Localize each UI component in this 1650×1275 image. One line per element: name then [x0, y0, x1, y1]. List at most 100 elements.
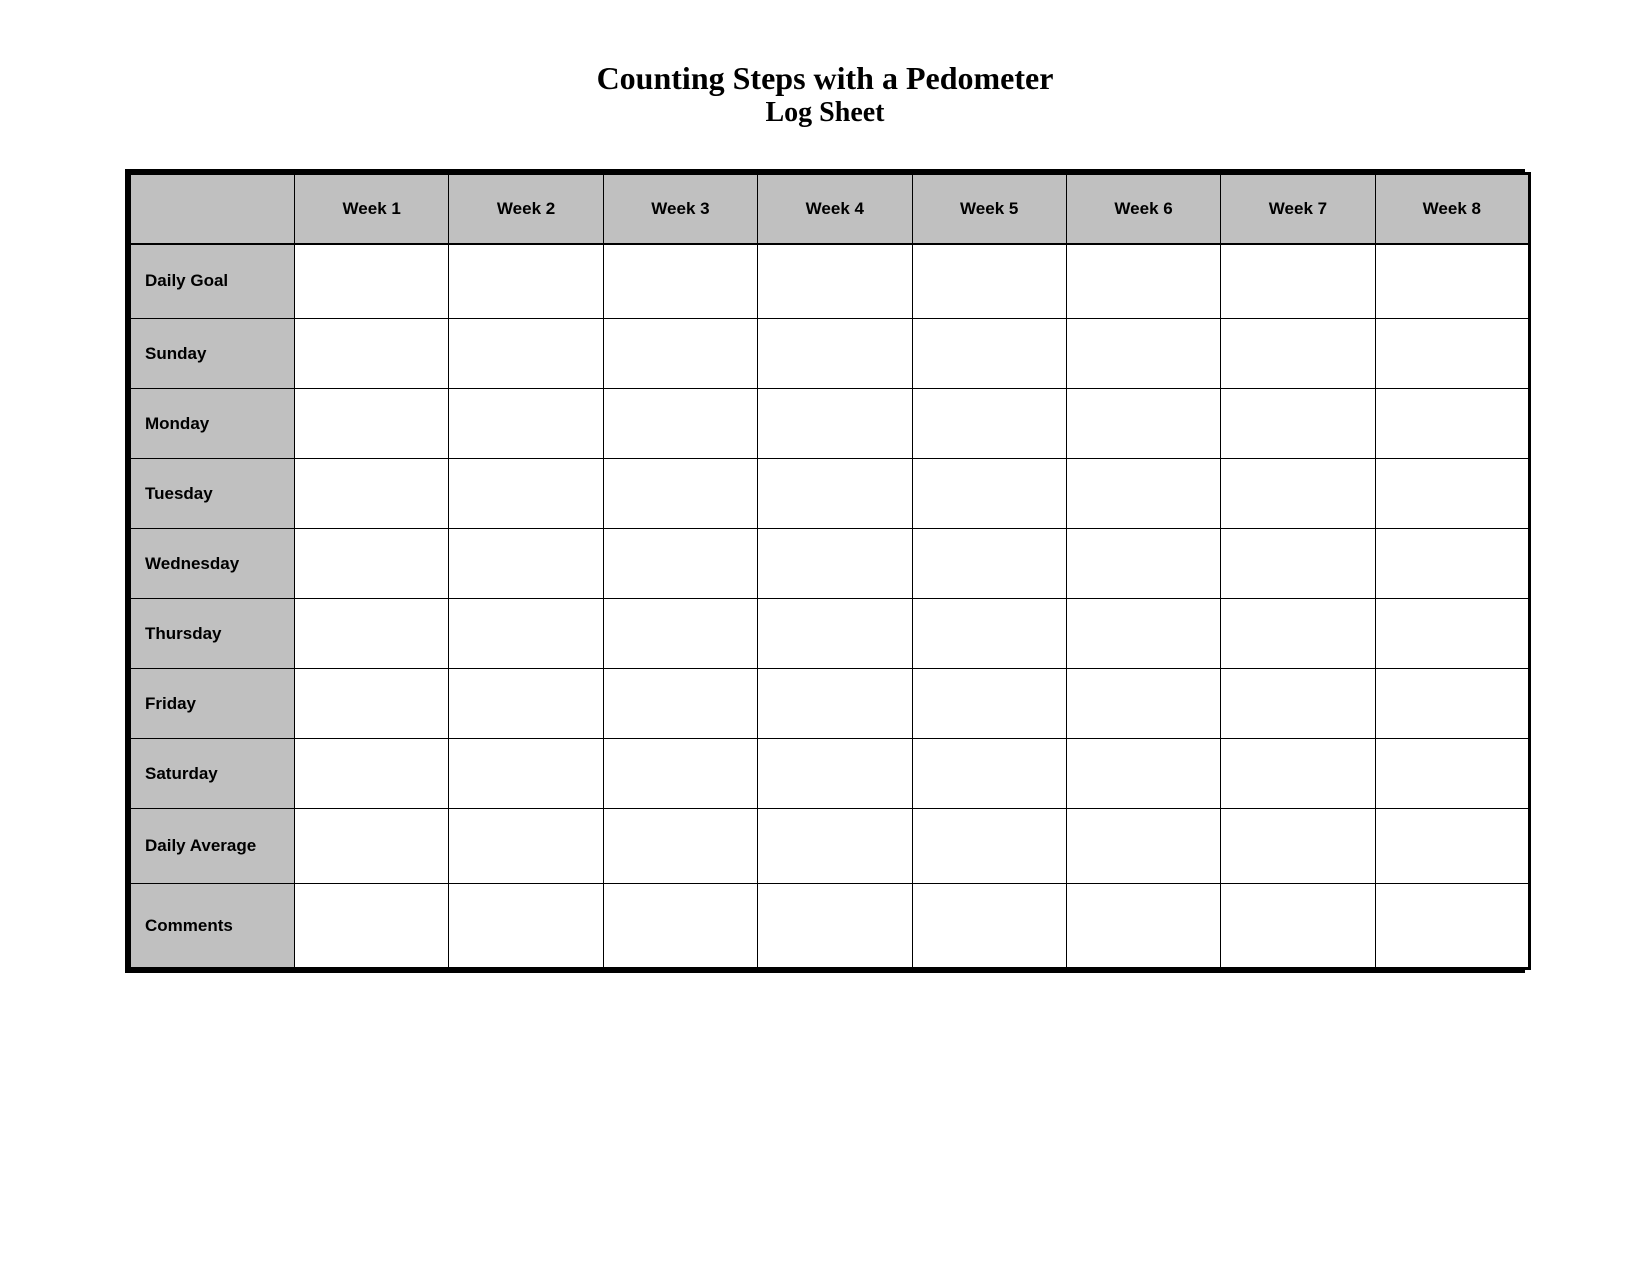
header-week6: Week 6	[1066, 174, 1220, 244]
header-week4: Week 4	[758, 174, 912, 244]
cell-tuesday-w6[interactable]	[1066, 459, 1220, 529]
row-label-thursday: Thursday	[130, 599, 295, 669]
cell-friday-w8[interactable]	[1375, 669, 1529, 739]
cell-comments-w8[interactable]	[1375, 884, 1529, 969]
cell-daily-avg-w8[interactable]	[1375, 809, 1529, 884]
cell-friday-w3[interactable]	[603, 669, 757, 739]
cell-friday-w7[interactable]	[1221, 669, 1375, 739]
cell-monday-w6[interactable]	[1066, 389, 1220, 459]
row-label-wednesday: Wednesday	[130, 529, 295, 599]
cell-sunday-w7[interactable]	[1221, 319, 1375, 389]
cell-sunday-w8[interactable]	[1375, 319, 1529, 389]
cell-thursday-w7[interactable]	[1221, 599, 1375, 669]
cell-tuesday-w8[interactable]	[1375, 459, 1529, 529]
log-table: Week 1 Week 2 Week 3 Week 4 Week 5 Week …	[128, 172, 1531, 970]
row-label-daily-average: Daily Average	[130, 809, 295, 884]
cell-comments-w3[interactable]	[603, 884, 757, 969]
cell-daily-avg-w4[interactable]	[758, 809, 912, 884]
cell-daily-avg-w2[interactable]	[449, 809, 603, 884]
cell-friday-w4[interactable]	[758, 669, 912, 739]
cell-tuesday-w1[interactable]	[295, 459, 449, 529]
cell-comments-w4[interactable]	[758, 884, 912, 969]
row-label-daily-goal: Daily Goal	[130, 244, 295, 319]
cell-saturday-w1[interactable]	[295, 739, 449, 809]
cell-wednesday-w5[interactable]	[912, 529, 1066, 599]
cell-monday-w3[interactable]	[603, 389, 757, 459]
cell-daily-avg-w1[interactable]	[295, 809, 449, 884]
table-row: Tuesday	[130, 459, 1530, 529]
cell-friday-w2[interactable]	[449, 669, 603, 739]
cell-saturday-w3[interactable]	[603, 739, 757, 809]
cell-wednesday-w7[interactable]	[1221, 529, 1375, 599]
cell-sunday-w1[interactable]	[295, 319, 449, 389]
cell-saturday-w6[interactable]	[1066, 739, 1220, 809]
table-row: Monday	[130, 389, 1530, 459]
header-week1: Week 1	[295, 174, 449, 244]
cell-daily-goal-w3[interactable]	[603, 244, 757, 319]
cell-daily-avg-w3[interactable]	[603, 809, 757, 884]
cell-daily-avg-w7[interactable]	[1221, 809, 1375, 884]
cell-tuesday-w7[interactable]	[1221, 459, 1375, 529]
cell-thursday-w3[interactable]	[603, 599, 757, 669]
cell-daily-goal-w7[interactable]	[1221, 244, 1375, 319]
cell-daily-goal-w8[interactable]	[1375, 244, 1529, 319]
cell-monday-w2[interactable]	[449, 389, 603, 459]
cell-comments-w1[interactable]	[295, 884, 449, 969]
cell-saturday-w4[interactable]	[758, 739, 912, 809]
cell-saturday-w5[interactable]	[912, 739, 1066, 809]
cell-thursday-w6[interactable]	[1066, 599, 1220, 669]
cell-wednesday-w6[interactable]	[1066, 529, 1220, 599]
cell-monday-w7[interactable]	[1221, 389, 1375, 459]
cell-comments-w5[interactable]	[912, 884, 1066, 969]
table-row: Daily Average	[130, 809, 1530, 884]
log-table-container: Week 1 Week 2 Week 3 Week 4 Week 5 Week …	[125, 169, 1525, 973]
table-row: Saturday	[130, 739, 1530, 809]
cell-monday-w4[interactable]	[758, 389, 912, 459]
cell-tuesday-w5[interactable]	[912, 459, 1066, 529]
cell-daily-goal-w2[interactable]	[449, 244, 603, 319]
main-title: Counting Steps with a Pedometer	[597, 60, 1054, 97]
cell-daily-avg-w6[interactable]	[1066, 809, 1220, 884]
cell-daily-goal-w1[interactable]	[295, 244, 449, 319]
cell-comments-w7[interactable]	[1221, 884, 1375, 969]
cell-daily-goal-w5[interactable]	[912, 244, 1066, 319]
row-label-saturday: Saturday	[130, 739, 295, 809]
cell-saturday-w2[interactable]	[449, 739, 603, 809]
cell-wednesday-w8[interactable]	[1375, 529, 1529, 599]
cell-monday-w8[interactable]	[1375, 389, 1529, 459]
cell-wednesday-w1[interactable]	[295, 529, 449, 599]
cell-tuesday-w4[interactable]	[758, 459, 912, 529]
cell-wednesday-w2[interactable]	[449, 529, 603, 599]
header-week2: Week 2	[449, 174, 603, 244]
cell-wednesday-w4[interactable]	[758, 529, 912, 599]
cell-tuesday-w2[interactable]	[449, 459, 603, 529]
cell-sunday-w6[interactable]	[1066, 319, 1220, 389]
header-empty	[130, 174, 295, 244]
cell-sunday-w3[interactable]	[603, 319, 757, 389]
cell-sunday-w4[interactable]	[758, 319, 912, 389]
cell-daily-goal-w6[interactable]	[1066, 244, 1220, 319]
cell-sunday-w5[interactable]	[912, 319, 1066, 389]
cell-daily-goal-w4[interactable]	[758, 244, 912, 319]
row-label-sunday: Sunday	[130, 319, 295, 389]
cell-saturday-w7[interactable]	[1221, 739, 1375, 809]
cell-friday-w5[interactable]	[912, 669, 1066, 739]
cell-thursday-w2[interactable]	[449, 599, 603, 669]
cell-monday-w1[interactable]	[295, 389, 449, 459]
cell-daily-avg-w5[interactable]	[912, 809, 1066, 884]
row-label-friday: Friday	[130, 669, 295, 739]
cell-monday-w5[interactable]	[912, 389, 1066, 459]
cell-tuesday-w3[interactable]	[603, 459, 757, 529]
cell-thursday-w1[interactable]	[295, 599, 449, 669]
table-row: Daily Goal	[130, 244, 1530, 319]
cell-wednesday-w3[interactable]	[603, 529, 757, 599]
cell-comments-w6[interactable]	[1066, 884, 1220, 969]
cell-thursday-w8[interactable]	[1375, 599, 1529, 669]
cell-friday-w6[interactable]	[1066, 669, 1220, 739]
cell-thursday-w5[interactable]	[912, 599, 1066, 669]
cell-saturday-w8[interactable]	[1375, 739, 1529, 809]
cell-comments-w2[interactable]	[449, 884, 603, 969]
cell-sunday-w2[interactable]	[449, 319, 603, 389]
cell-friday-w1[interactable]	[295, 669, 449, 739]
cell-thursday-w4[interactable]	[758, 599, 912, 669]
